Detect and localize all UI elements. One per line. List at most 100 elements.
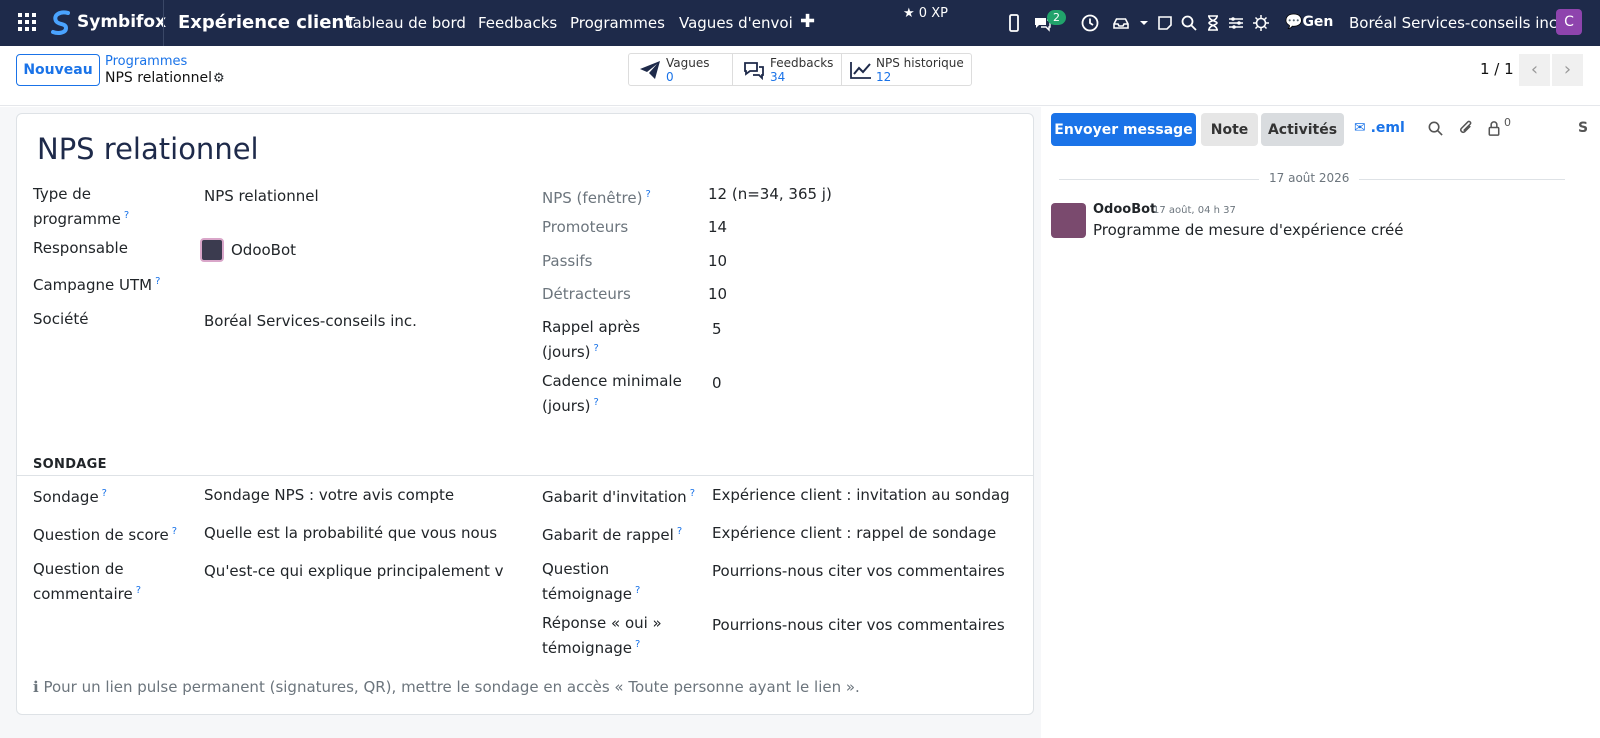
top-navbar: Symbifox Expérience client Tableau de bo…: [0, 0, 1600, 46]
date-separator: 17 août 2026: [1259, 171, 1360, 185]
owner-avatar: [200, 238, 224, 262]
stat-button-nps-history[interactable]: NPS historique 12: [842, 54, 971, 85]
pager-value[interactable]: 1 / 1: [1480, 60, 1514, 78]
brand-name[interactable]: Symbifox: [77, 12, 166, 32]
search-icon[interactable]: [1427, 120, 1444, 137]
menu-waves[interactable]: Vagues d'envoi: [679, 14, 793, 32]
hourglass-icon[interactable]: [1204, 14, 1222, 32]
activities-button[interactable]: Activités: [1261, 113, 1344, 146]
help-icon[interactable]: ?: [690, 488, 695, 499]
help-icon[interactable]: ?: [645, 189, 650, 200]
line-chart-icon: [850, 62, 871, 79]
caret-down-icon[interactable]: [1138, 14, 1150, 32]
messages-badge: 2: [1047, 10, 1066, 25]
menu-feedbacks[interactable]: Feedbacks: [478, 14, 557, 32]
field-detractors: 10: [708, 285, 728, 303]
help-icon[interactable]: ?: [172, 526, 177, 537]
stat-value-nps-history: 12: [876, 70, 892, 84]
field-reminder-days[interactable]: 5: [712, 319, 722, 340]
user-avatar[interactable]: C: [1556, 9, 1582, 35]
sticky-note-icon[interactable]: [1156, 14, 1174, 32]
field-program-type[interactable]: NPS relationnel: [204, 186, 319, 207]
menu-dashboard[interactable]: Tableau de bord: [346, 14, 466, 32]
label-passives: Passifs: [542, 252, 593, 270]
message-author-avatar[interactable]: [1051, 203, 1086, 238]
brand-logo-icon: [51, 10, 70, 35]
mobile-icon[interactable]: [1005, 14, 1023, 32]
help-icon[interactable]: ?: [594, 343, 599, 354]
label-testimonial-yes-answer-text: Réponse « oui » témoignage: [542, 614, 662, 657]
label-invitation-template: Gabarit d'invitation?: [542, 483, 695, 508]
field-invitation-template[interactable]: Expérience client : invitation au sondag: [712, 485, 1010, 506]
info-hint: ℹ Pour un lien pulse permanent (signatur…: [33, 678, 860, 696]
search-icon[interactable]: [1180, 14, 1198, 32]
help-icon[interactable]: ?: [635, 585, 640, 596]
send-message-button[interactable]: Envoyer message: [1051, 113, 1196, 146]
breadcrumb-parent[interactable]: Programmes: [105, 54, 187, 69]
field-min-cadence[interactable]: 0: [712, 373, 722, 394]
label-comment-question: Question de commentaire?: [33, 559, 143, 605]
log-note-button[interactable]: Note: [1201, 113, 1258, 146]
sliders-icon[interactable]: [1227, 14, 1245, 32]
stat-label-nps-history: NPS historique: [876, 56, 964, 70]
field-utm-campaign[interactable]: [204, 271, 504, 292]
follow-button[interactable]: S: [1578, 120, 1588, 136]
record-title[interactable]: NPS relationnel: [37, 132, 259, 166]
label-min-cadence: Cadence minimale (jours)?: [542, 371, 682, 417]
field-testimonial-yes-answer[interactable]: Pourrions-nous citer vos commentaires: [712, 615, 1005, 636]
message-date: 17 août, 04 h 37: [1153, 205, 1236, 216]
field-owner[interactable]: OdooBot: [231, 240, 296, 261]
field-company[interactable]: Boréal Services-conseils inc.: [204, 311, 417, 332]
help-icon[interactable]: ?: [124, 210, 129, 221]
field-score-question[interactable]: Quelle est la probabilité que vous nous: [204, 523, 497, 544]
gear-icon[interactable]: ⚙: [213, 71, 225, 86]
section-divider: [17, 475, 1033, 476]
paperclip-icon[interactable]: [1458, 119, 1475, 137]
lock-icon[interactable]: [1487, 120, 1501, 137]
help-icon[interactable]: ?: [677, 526, 682, 537]
followers-count: 0: [1504, 116, 1511, 129]
stat-value-waves: 0: [666, 70, 674, 84]
field-survey[interactable]: Sondage NPS : votre avis compte: [204, 485, 454, 506]
label-program-type-text: Type de programme: [33, 185, 121, 228]
label-program-type: Type de programme?: [33, 184, 153, 230]
label-promoters: Promoteurs: [542, 218, 629, 236]
xp-indicator[interactable]: ★ 0 XP: [903, 6, 948, 21]
field-comment-question[interactable]: Qu'est-ce qui explique principalement v: [204, 561, 503, 582]
new-button[interactable]: Nouveau: [16, 54, 100, 86]
eml-import-button[interactable]: ✉ .eml: [1354, 120, 1405, 136]
chatter-panel: Envoyer message Note Activités ✉ .eml 0 …: [1041, 107, 1600, 738]
help-icon[interactable]: ?: [155, 276, 160, 287]
help-icon[interactable]: ?: [594, 397, 599, 408]
help-icon[interactable]: ?: [136, 585, 141, 596]
label-comment-question-text: Question de commentaire: [33, 560, 133, 603]
company-switcher[interactable]: Boréal Services-conseils inc.: [1349, 14, 1562, 32]
gen-assistant-button[interactable]: 💬Gen: [1285, 14, 1333, 30]
add-menu-icon[interactable]: ✚: [800, 11, 815, 32]
label-testimonial-yes-answer: Réponse « oui » témoignage?: [542, 613, 662, 659]
field-testimonial-question[interactable]: Pourrions-nous citer vos commentaires: [712, 561, 1005, 582]
label-owner: Responsable: [33, 239, 128, 257]
clock-icon[interactable]: [1081, 14, 1099, 32]
label-survey: Sondage?: [33, 483, 107, 508]
label-min-cadence-text: Cadence minimale (jours): [542, 372, 682, 415]
field-reminder-template[interactable]: Expérience client : rappel de sondage: [712, 523, 996, 544]
label-score-question: Question de score?: [33, 521, 177, 546]
menu-programs[interactable]: Programmes: [570, 14, 665, 32]
control-panel: Nouveau Programmes NPS relationnel ⚙ Vag…: [0, 46, 1600, 106]
help-icon[interactable]: ?: [102, 488, 107, 499]
label-utm-campaign: Campagne UTM?: [33, 271, 160, 296]
app-name[interactable]: Expérience client: [178, 12, 353, 33]
message-author[interactable]: OdooBot: [1093, 202, 1156, 217]
stat-button-waves[interactable]: Vagues 0: [629, 54, 733, 85]
pager-previous-button[interactable]: ‹: [1519, 54, 1550, 86]
bug-icon[interactable]: [1252, 14, 1270, 32]
comment-icon: 💬: [1285, 14, 1303, 30]
inbox-icon[interactable]: [1112, 14, 1130, 32]
help-icon[interactable]: ?: [635, 639, 640, 650]
apps-menu-icon[interactable]: [18, 13, 36, 31]
stat-button-feedbacks[interactable]: Feedbacks 34: [733, 54, 842, 85]
smart-buttons: Vagues 0 Feedbacks 34 NPS historique 12: [628, 53, 972, 86]
label-nps-window-text: NPS (fenêtre): [542, 189, 643, 207]
pager-next-button[interactable]: ›: [1552, 54, 1583, 86]
